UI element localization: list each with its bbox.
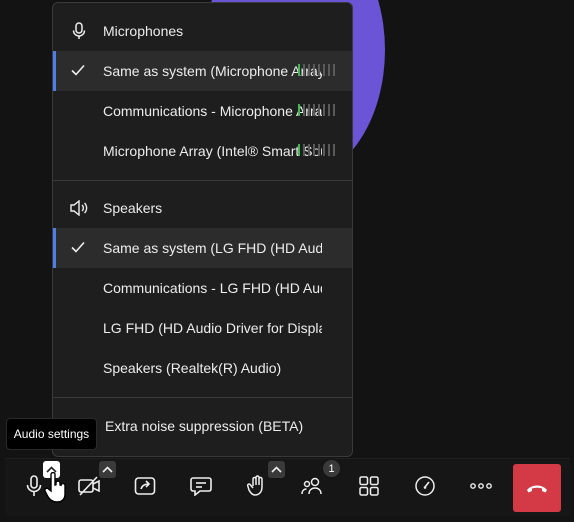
mic-level-meter	[298, 144, 335, 156]
mic-level-meter	[298, 64, 335, 76]
video-settings-toggle[interactable]	[99, 461, 116, 478]
speaker-option-lg-fhd[interactable]: LG FHD (HD Audio Driver for Display Audi…	[53, 308, 352, 348]
speaker-option-label: Same as system (LG FHD (HD Audio Driver …	[103, 240, 322, 256]
speakers-label: Speakers	[103, 200, 163, 216]
chat-button[interactable]	[186, 471, 216, 501]
audio-settings-menu: Microphones Same as system (Microphone A…	[52, 2, 353, 457]
audio-settings-tooltip: Audio settings	[6, 418, 97, 450]
hang-up-icon	[527, 485, 547, 493]
grid-icon	[359, 476, 379, 496]
meeting-toolbar: 1	[5, 458, 570, 516]
meeting-stage: Microphones Same as system (Microphone A…	[0, 0, 574, 522]
speaker-option-communications[interactable]: Communications - LG FHD (HD Audio Driver…	[53, 268, 352, 308]
more-horizontal-icon	[470, 483, 492, 489]
checkmark-icon	[71, 64, 85, 76]
microphone-option-label: Communications - Microphone Array (Intel…	[103, 103, 322, 119]
end-call-button[interactable]	[513, 464, 561, 512]
speaker-icon	[69, 198, 89, 218]
reactions-toggle[interactable]	[268, 461, 285, 478]
camera-off-icon	[78, 476, 100, 496]
participants-button[interactable]	[298, 471, 328, 501]
mic-level-meter	[298, 104, 335, 116]
speedometer-icon	[415, 476, 435, 496]
menu-divider	[53, 180, 352, 181]
speaker-option-label: Speakers (Realtek(R) Audio)	[103, 360, 282, 376]
microphone-option-label: Same as system (Microphone Array (Intel®…	[103, 63, 322, 79]
speakers-header: Speakers	[53, 189, 352, 227]
speaker-option-label: LG FHD (HD Audio Driver for Display Audi…	[103, 320, 322, 336]
hand-icon	[247, 475, 263, 496]
microphones-header: Microphones	[53, 12, 352, 50]
more-options-button[interactable]	[466, 471, 496, 501]
microphone-option-array[interactable]: Microphone Array (Intel® Smart Sound Tec…	[53, 131, 352, 171]
participants-icon	[301, 477, 322, 495]
microphone-icon	[69, 21, 89, 41]
share-screen-button[interactable]	[130, 471, 160, 501]
checkmark-icon	[71, 241, 85, 253]
chat-icon	[190, 477, 212, 496]
hand-cursor-icon	[44, 472, 66, 503]
microphone-option-label: Microphone Array (Intel® Smart Sound Tec…	[103, 143, 322, 159]
noise-suppression-option[interactable]: Extra noise suppression (BETA)	[105, 418, 303, 434]
chevron-up-icon	[102, 466, 113, 473]
menu-divider	[53, 397, 352, 398]
chevron-up-icon	[271, 466, 282, 473]
speaker-option-label: Communications - LG FHD (HD Audio Driver…	[103, 280, 322, 296]
view-layout-button[interactable]	[354, 471, 384, 501]
microphone-option-system[interactable]: Same as system (Microphone Array (Intel®…	[53, 51, 352, 91]
microphone-option-communications[interactable]: Communications - Microphone Array (Intel…	[53, 91, 352, 131]
performance-button[interactable]	[410, 471, 440, 501]
microphones-label: Microphones	[103, 23, 184, 39]
share-screen-icon	[134, 477, 156, 495]
participants-count-badge: 1	[323, 460, 340, 477]
microphone-icon	[26, 475, 42, 496]
speaker-option-realtek[interactable]: Speakers (Realtek(R) Audio)	[53, 348, 352, 388]
speaker-option-system[interactable]: Same as system (LG FHD (HD Audio Driver …	[53, 228, 352, 268]
